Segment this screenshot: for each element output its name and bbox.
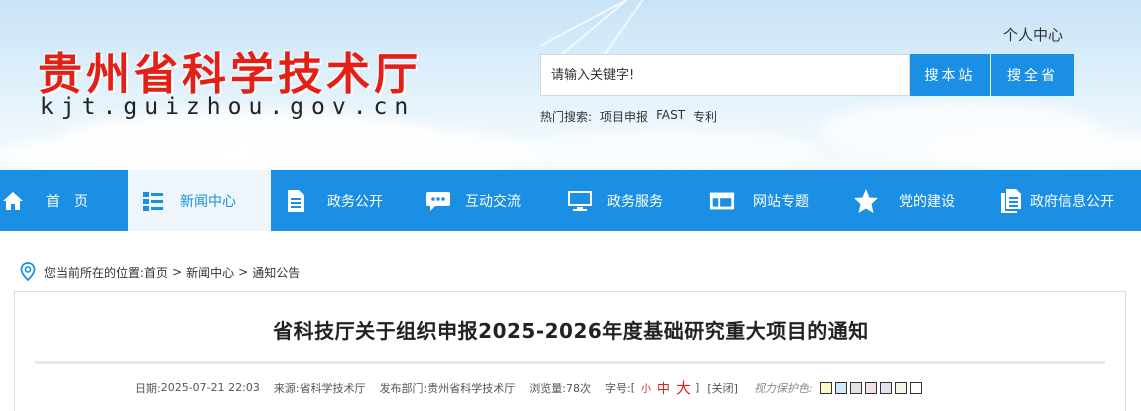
monitor-icon (567, 188, 593, 214)
nav-item-news[interactable]: 新闻中心 (128, 170, 271, 231)
document-icon (283, 188, 309, 214)
date-label: 日期: (135, 381, 161, 395)
list-icon (140, 188, 166, 214)
views-label: 浏览量: (529, 381, 566, 395)
close-link[interactable]: [关闭] (707, 380, 738, 396)
files-icon (998, 188, 1024, 214)
article-title: 省科技厅关于组织申报2025-2026年度基础研究重大项目的通知 (273, 319, 869, 343)
nav-item-home[interactable]: 首 页 (0, 170, 128, 231)
nav-label: 网站专题 (753, 193, 809, 210)
breadcrumb: 您当前所在的位置: 首页 > 新闻中心 > 通知公告 (18, 262, 300, 282)
search-input[interactable] (540, 54, 910, 96)
nav-label: 政府信息公开 (1030, 193, 1114, 210)
site-header: 贵州省科学技术厅 kjt.guizhou.gov.cn 个人中心 搜本站 搜全省… (0, 0, 1141, 170)
font-size-medium[interactable]: 中 (657, 378, 670, 397)
article-meta: 日期: 2025-07-21 22:03 来源: 省科学技术厅 发布部门: 贵州… (135, 377, 922, 398)
window-icon (709, 188, 735, 214)
color-swatch-yellow[interactable] (819, 381, 832, 394)
dept-label: 发布部门: (379, 381, 428, 395)
date-value: 2025-07-21 22:03 (160, 381, 260, 394)
location-icon (18, 262, 38, 282)
search-site-button[interactable]: 搜本站 (910, 54, 990, 96)
source-value: 省科学技术厅 (299, 381, 366, 395)
dept-value: 贵州省科学技术厅 (427, 381, 516, 395)
source-label: 来源: (273, 381, 300, 395)
nav-label: 党的建设 (899, 193, 955, 210)
bracket-open: [ (630, 381, 636, 394)
nav-label: 互动交流 (465, 193, 521, 210)
color-swatch-green[interactable] (894, 381, 907, 394)
hot-search-link[interactable]: FAST (656, 108, 685, 125)
home-icon (0, 188, 26, 214)
nav-label: 新闻中心 (180, 193, 236, 210)
font-size-small[interactable]: 小 (641, 380, 651, 395)
nav-label: 首 页 (46, 193, 88, 210)
eye-protection-label: 视力保护色: (753, 381, 813, 395)
nav-label: 政务公开 (327, 193, 383, 210)
font-size-large[interactable]: 大 (676, 377, 691, 398)
site-title: 贵州省科学技术厅 (38, 49, 422, 100)
personal-center-link[interactable]: 个人中心 (1003, 24, 1063, 45)
color-swatch-purple[interactable] (879, 381, 892, 394)
hot-search-link[interactable]: 项目申报 (600, 108, 648, 125)
color-swatch-gray[interactable] (849, 381, 862, 394)
nav-item-party[interactable]: 党的建设 (853, 170, 993, 231)
breadcrumb-current[interactable]: 通知公告 (252, 264, 300, 281)
breadcrumb-separator: > (172, 265, 183, 279)
nav-item-interaction[interactable]: 互动交流 (425, 170, 565, 231)
title-divider (35, 361, 1105, 364)
breadcrumb-news[interactable]: 新闻中心 (186, 264, 234, 281)
views-value: 78次 (566, 381, 591, 395)
search-province-button[interactable]: 搜全省 (991, 54, 1074, 96)
nav-item-gov-info[interactable]: 政府信息公开 (998, 170, 1141, 231)
breadcrumb-separator: > (238, 265, 249, 279)
star-icon (853, 188, 879, 214)
nav-label: 政务服务 (607, 193, 663, 210)
chat-icon (425, 188, 451, 214)
breadcrumb-prefix: 您当前所在的位置: (44, 265, 145, 280)
bracket-close: ] (695, 381, 700, 394)
hot-search-label: 热门搜索: (540, 110, 593, 124)
color-swatch-blue[interactable] (834, 381, 847, 394)
color-swatch-white[interactable] (909, 381, 922, 394)
main-nav: 首 页 新闻中心 政务公开 互动交流 政务服务 网站专题 党的建设 政府信息公开 (0, 170, 1141, 231)
nav-item-topics[interactable]: 网站专题 (709, 170, 849, 231)
nav-item-gov-affairs[interactable]: 政务公开 (283, 170, 423, 231)
site-domain: kjt.guizhou.gov.cn (40, 94, 416, 120)
hot-searches: 热门搜索: 项目申报 FAST 专利 (540, 108, 717, 125)
font-size-label: 字号: (605, 381, 631, 395)
article-container: 省科技厅关于组织申报2025-2026年度基础研究重大项目的通知 日期: 202… (14, 291, 1126, 411)
breadcrumb-home[interactable]: 首页 (144, 264, 168, 281)
color-swatch-pink[interactable] (864, 381, 877, 394)
hot-search-link[interactable]: 专利 (693, 108, 717, 125)
nav-item-services[interactable]: 政务服务 (567, 170, 707, 231)
